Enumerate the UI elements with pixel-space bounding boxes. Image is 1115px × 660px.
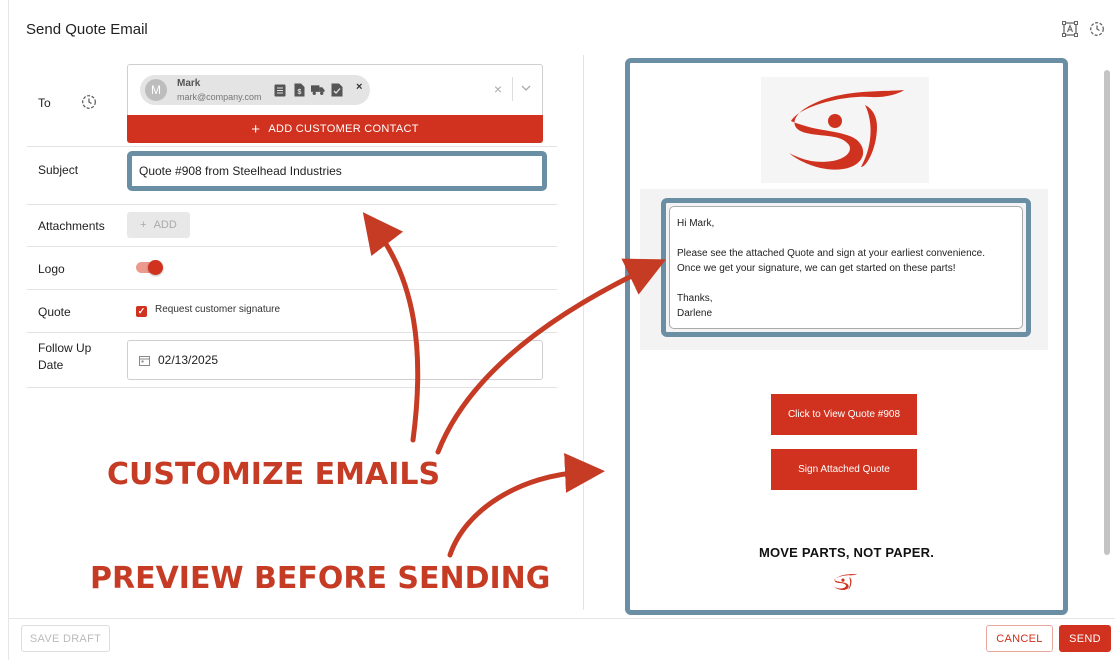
truck-icon[interactable] xyxy=(311,83,325,97)
plus-icon: + xyxy=(140,219,147,231)
history-clock-icon[interactable] xyxy=(1088,20,1105,37)
view-quote-button[interactable]: Click to View Quote #908 xyxy=(771,394,917,435)
subject-input[interactable]: Quote #908 from Steelhead Industries xyxy=(127,151,547,191)
follow-up-date-value: 02/13/2025 xyxy=(158,353,219,367)
to-label: To xyxy=(38,96,51,110)
recipient-select[interactable]: M Mark mark@company.com $ × × + ADD CUST… xyxy=(127,64,543,143)
subject-row: Subject Quote #908 from Steelhead Indust… xyxy=(27,147,557,205)
signed-document-icon[interactable] xyxy=(330,83,344,97)
email-signature: Darlene xyxy=(677,308,713,319)
plus-icon: + xyxy=(251,120,261,138)
follow-up-label: Follow Up Date xyxy=(38,341,92,372)
logo-toggle[interactable] xyxy=(148,260,163,275)
remove-contact-icon[interactable]: × xyxy=(356,81,362,93)
add-customer-contact-label: ADD CUSTOMER CONTACT xyxy=(268,123,419,135)
email-preview: Hi Mark, Please see the attached Quote a… xyxy=(625,58,1068,615)
footer-divider xyxy=(8,618,1115,619)
clear-recipients-icon[interactable]: × xyxy=(494,81,502,97)
send-button[interactable]: SEND xyxy=(1059,625,1111,652)
subject-label: Subject xyxy=(38,163,79,177)
dialog-title: Send Quote Email xyxy=(26,21,148,38)
avatar: M xyxy=(145,79,167,101)
add-customer-contact-button[interactable]: + ADD CUSTOMER CONTACT xyxy=(127,115,543,143)
quote-row: Quote ✓ Request customer signature xyxy=(27,290,557,333)
schedule-clock-icon[interactable] xyxy=(81,94,97,110)
calendar-icon xyxy=(139,355,150,366)
contact-doc-types: $ xyxy=(273,83,344,97)
chevron-down-icon[interactable] xyxy=(520,81,532,93)
dialog-toolbar xyxy=(1061,20,1105,37)
email-form: To M Mark mark@company.com $ × × + ADD C… xyxy=(27,55,557,388)
email-body-line-2: Once we get your signature, we can get s… xyxy=(677,263,956,274)
text-recognition-icon[interactable] xyxy=(1061,20,1078,37)
request-signature-checkbox[interactable]: ✓ xyxy=(136,306,147,317)
svg-text:$: $ xyxy=(297,89,301,96)
logo-row: Logo xyxy=(27,247,557,290)
follow-up-row: Follow Up Date 02/13/2025 xyxy=(27,333,557,388)
email-signoff: Thanks, xyxy=(677,293,713,304)
preview-scrollbar[interactable] xyxy=(1104,70,1110,555)
footer-logo xyxy=(828,569,862,595)
company-logo xyxy=(761,77,929,183)
sign-quote-button[interactable]: Sign Attached Quote xyxy=(771,449,917,490)
email-message[interactable]: Hi Mark, Please see the attached Quote a… xyxy=(669,206,1023,329)
cancel-button[interactable]: CANCEL xyxy=(986,625,1053,652)
add-attachment-button[interactable]: + ADD xyxy=(127,212,190,238)
document-icon[interactable] xyxy=(273,83,287,97)
follow-up-date-input[interactable]: 02/13/2025 xyxy=(127,340,543,380)
panel-divider xyxy=(583,55,584,610)
email-body-line-1: Please see the attached Quote and sign a… xyxy=(677,248,985,259)
contact-chip[interactable]: M Mark mark@company.com $ × xyxy=(140,75,370,105)
select-separator xyxy=(512,77,513,101)
email-message-frame: Hi Mark, Please see the attached Quote a… xyxy=(661,198,1031,337)
callout-customize-emails: CUSTOMIZE EMAILS xyxy=(107,457,441,492)
add-attachment-label: ADD xyxy=(153,219,177,231)
save-draft-button[interactable]: SAVE DRAFT xyxy=(21,625,110,652)
quote-label: Quote xyxy=(38,305,71,319)
invoice-icon[interactable]: $ xyxy=(292,83,306,97)
attachments-row: Attachments + ADD xyxy=(27,205,557,247)
to-row: To M Mark mark@company.com $ × × + ADD C… xyxy=(27,55,557,147)
email-tagline: MOVE PARTS, NOT PAPER. xyxy=(758,545,935,560)
contact-name: Mark xyxy=(177,78,201,89)
email-greeting: Hi Mark, xyxy=(677,218,715,229)
request-signature-label: Request customer signature xyxy=(155,304,281,315)
email-body-card: Hi Mark, Please see the attached Quote a… xyxy=(640,189,1048,350)
attachments-label: Attachments xyxy=(38,219,105,233)
contact-email: mark@company.com xyxy=(177,92,262,102)
callout-preview-before-sending: PREVIEW BEFORE SENDING xyxy=(90,561,551,596)
logo-label: Logo xyxy=(38,262,65,276)
